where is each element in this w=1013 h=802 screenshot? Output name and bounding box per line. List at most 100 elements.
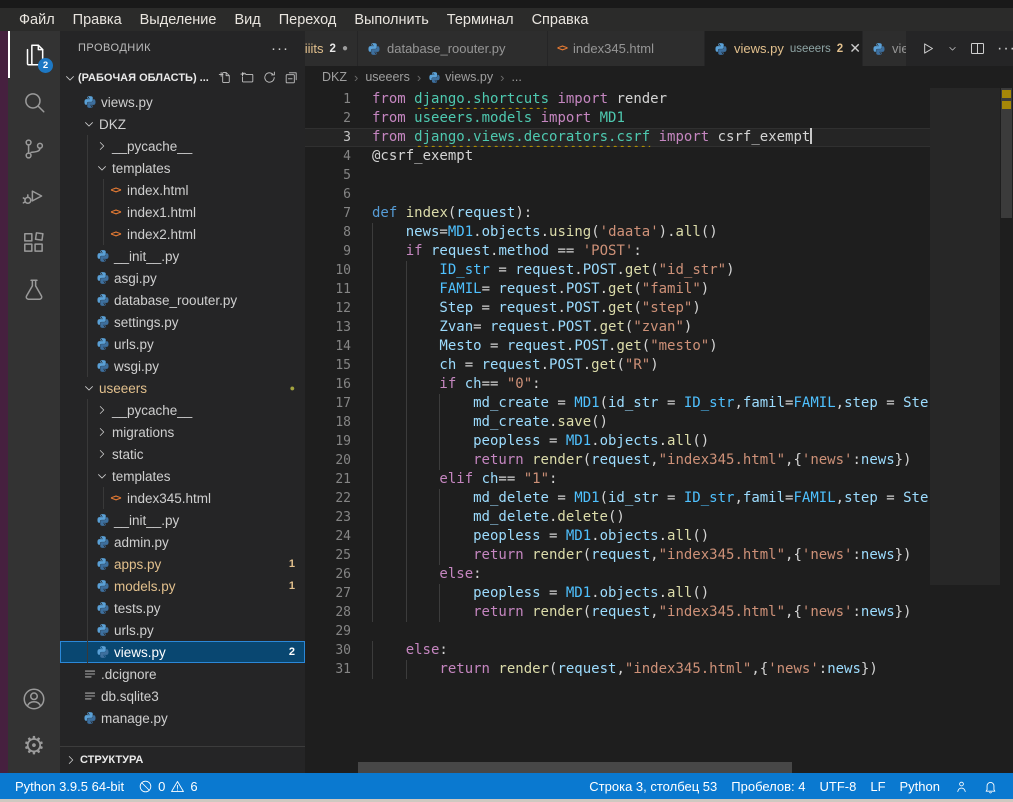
tree-item-asgi.py[interactable]: asgi.py: [60, 267, 305, 289]
code-line-11[interactable]: 11FAMIL= request.POST.get("famil"): [305, 280, 930, 299]
tree-item-templates[interactable]: templates: [60, 465, 305, 487]
breadcrumb-item[interactable]: views.py: [428, 70, 493, 84]
menu-item-3[interactable]: Вид: [225, 11, 269, 29]
workspace-section-header[interactable]: (РАБОЧАЯ ОБЛАСТЬ) ...: [60, 65, 305, 90]
code-line-10[interactable]: 10ID_str = request.POST.get("id_str"): [305, 261, 930, 280]
menu-item-1[interactable]: Правка: [64, 11, 131, 29]
more-actions-button[interactable]: ···: [993, 40, 1013, 58]
new-file-icon[interactable]: [218, 70, 233, 85]
status-python-interpreter[interactable]: Python 3.9.5 64-bit: [8, 779, 131, 794]
code-line-26[interactable]: 26else:: [305, 565, 930, 584]
tree-item-urls.py[interactable]: urls.py: [60, 619, 305, 641]
breadcrumb[interactable]: DKZ›useeers›views.py›...: [305, 66, 1013, 88]
tree-item-__pycache__[interactable]: __pycache__: [60, 399, 305, 421]
activity-testing-icon[interactable]: [8, 266, 60, 313]
tree-item-manage.py[interactable]: manage.py: [60, 707, 305, 729]
status-feedback[interactable]: [947, 779, 976, 794]
explorer-more-actions-button[interactable]: ···: [271, 40, 289, 57]
tree-item-migrations[interactable]: migrations: [60, 421, 305, 443]
code-line-5[interactable]: 5: [305, 166, 930, 185]
tree-item-database_roouter.py[interactable]: database_roouter.py: [60, 289, 305, 311]
tree-item-index1.html[interactable]: <>index1.html: [60, 201, 305, 223]
tree-item-DKZ[interactable]: DKZ: [60, 113, 305, 135]
vertical-scrollbar[interactable]: [1000, 88, 1013, 773]
code-line-18[interactable]: 18md_create.save(): [305, 413, 930, 432]
tree-item-db.sqlite3[interactable]: db.sqlite3: [60, 685, 305, 707]
code-line-6[interactable]: 6: [305, 185, 930, 204]
split-editor-button[interactable]: [965, 40, 990, 57]
menu-item-2[interactable]: Выделение: [131, 11, 226, 29]
code-line-9[interactable]: 9if request.method == 'POST':: [305, 242, 930, 261]
code-line-3[interactable]: 3from django.views.decorators.csrf impor…: [305, 128, 930, 147]
tree-item-index345.html[interactable]: <>index345.html: [60, 487, 305, 509]
status-eol-sequence[interactable]: LF: [863, 779, 892, 794]
status-cursor-position[interactable]: Строка 3, столбец 53: [582, 779, 724, 794]
close-icon[interactable]: ✕: [849, 40, 861, 57]
code-line-19[interactable]: 19peopless = MD1.objects.all(): [305, 432, 930, 451]
code-line-7[interactable]: 7def index(request):: [305, 204, 930, 223]
refresh-icon[interactable]: [262, 70, 277, 85]
code-line-4[interactable]: 4@csrf_exempt: [305, 147, 930, 166]
tree-item-apps.py[interactable]: apps.py1: [60, 553, 305, 575]
code-line-25[interactable]: 25return render(request,"index345.html",…: [305, 546, 930, 565]
activity-explorer-icon[interactable]: 2: [8, 31, 60, 78]
status-problems[interactable]: 06: [131, 779, 204, 794]
code-line-29[interactable]: 29: [305, 622, 930, 641]
breadcrumb-item[interactable]: ...: [511, 70, 521, 84]
code-line-16[interactable]: 16if ch== "0":: [305, 375, 930, 394]
activity-account-icon[interactable]: [8, 675, 60, 722]
activity-settings-gear-icon[interactable]: ⚙: [8, 722, 60, 769]
tab-vie[interactable]: vie: [863, 31, 907, 66]
tree-item-index2.html[interactable]: <>index2.html: [60, 223, 305, 245]
code-line-14[interactable]: 14Mesto = request.POST.get("mesto"): [305, 337, 930, 356]
code-line-13[interactable]: 13Zvan= request.POST.get("zvan"): [305, 318, 930, 337]
code-line-17[interactable]: 17md_create = MD1(id_str = ID_str,famil=…: [305, 394, 930, 413]
code-line-20[interactable]: 20return render(request,"index345.html",…: [305, 451, 930, 470]
tree-item-models.py[interactable]: models.py1: [60, 575, 305, 597]
tree-item-__init__.py[interactable]: __init__.py: [60, 245, 305, 267]
code-editor[interactable]: 1from django.shortcuts import render2fro…: [305, 90, 930, 679]
tree-item-views.py[interactable]: views.py: [60, 91, 305, 113]
run-dropdown[interactable]: [943, 43, 962, 54]
tree-item-settings.py[interactable]: settings.py: [60, 311, 305, 333]
code-line-8[interactable]: 8news=MD1.objects.using('daata').all(): [305, 223, 930, 242]
code-line-21[interactable]: 21elif ch== "1":: [305, 470, 930, 489]
code-line-2[interactable]: 2from useeers.models import MD1: [305, 109, 930, 128]
tree-item-admin.py[interactable]: admin.py: [60, 531, 305, 553]
tab-diiits[interactable]: diiits2●: [305, 31, 358, 66]
code-line-22[interactable]: 22md_delete = MD1(id_str = ID_str,famil=…: [305, 489, 930, 508]
breadcrumb-item[interactable]: DKZ: [322, 70, 347, 84]
tree-item-tests.py[interactable]: tests.py: [60, 597, 305, 619]
breadcrumb-item[interactable]: useeers: [365, 70, 409, 84]
run-button[interactable]: [915, 40, 940, 57]
outline-section-header[interactable]: СТРУКТУРА: [60, 746, 305, 773]
activity-run-debug-icon[interactable]: [8, 172, 60, 219]
code-line-24[interactable]: 24peopless = MD1.objects.all(): [305, 527, 930, 546]
minimap[interactable]: [930, 88, 1000, 773]
tree-item-views.py[interactable]: views.py2: [60, 641, 305, 663]
menu-item-5[interactable]: Выполнить: [345, 11, 437, 29]
tree-item-.dcignore[interactable]: .dcignore: [60, 663, 305, 685]
tree-item-__init__.py[interactable]: __init__.py: [60, 509, 305, 531]
horizontal-scrollbar-slider[interactable]: [358, 762, 792, 773]
tab-views.py[interactable]: views.pyuseeers2✕: [705, 31, 863, 66]
tree-item-urls.py[interactable]: urls.py: [60, 333, 305, 355]
code-line-30[interactable]: 30else:: [305, 641, 930, 660]
tab-index345.html[interactable]: <>index345.html: [548, 31, 705, 66]
activity-extensions-icon[interactable]: [8, 219, 60, 266]
code-line-27[interactable]: 27peopless = MD1.objects.all(): [305, 584, 930, 603]
menu-item-6[interactable]: Терминал: [438, 11, 523, 29]
tree-item-wsgi.py[interactable]: wsgi.py: [60, 355, 305, 377]
status-notifications[interactable]: [976, 779, 1005, 794]
code-line-28[interactable]: 28return render(request,"index345.html",…: [305, 603, 930, 622]
status-indentation[interactable]: Пробелов: 4: [724, 779, 812, 794]
new-folder-icon[interactable]: [240, 70, 255, 85]
menu-item-7[interactable]: Справка: [523, 11, 598, 29]
code-line-15[interactable]: 15ch = request.POST.get("R"): [305, 356, 930, 375]
menu-item-4[interactable]: Переход: [270, 11, 346, 29]
code-line-23[interactable]: 23md_delete.delete(): [305, 508, 930, 527]
menu-item-0[interactable]: Файл: [10, 11, 64, 29]
tree-item-index.html[interactable]: <>index.html: [60, 179, 305, 201]
tree-item-templates[interactable]: templates: [60, 157, 305, 179]
collapse-all-icon[interactable]: [284, 70, 299, 85]
